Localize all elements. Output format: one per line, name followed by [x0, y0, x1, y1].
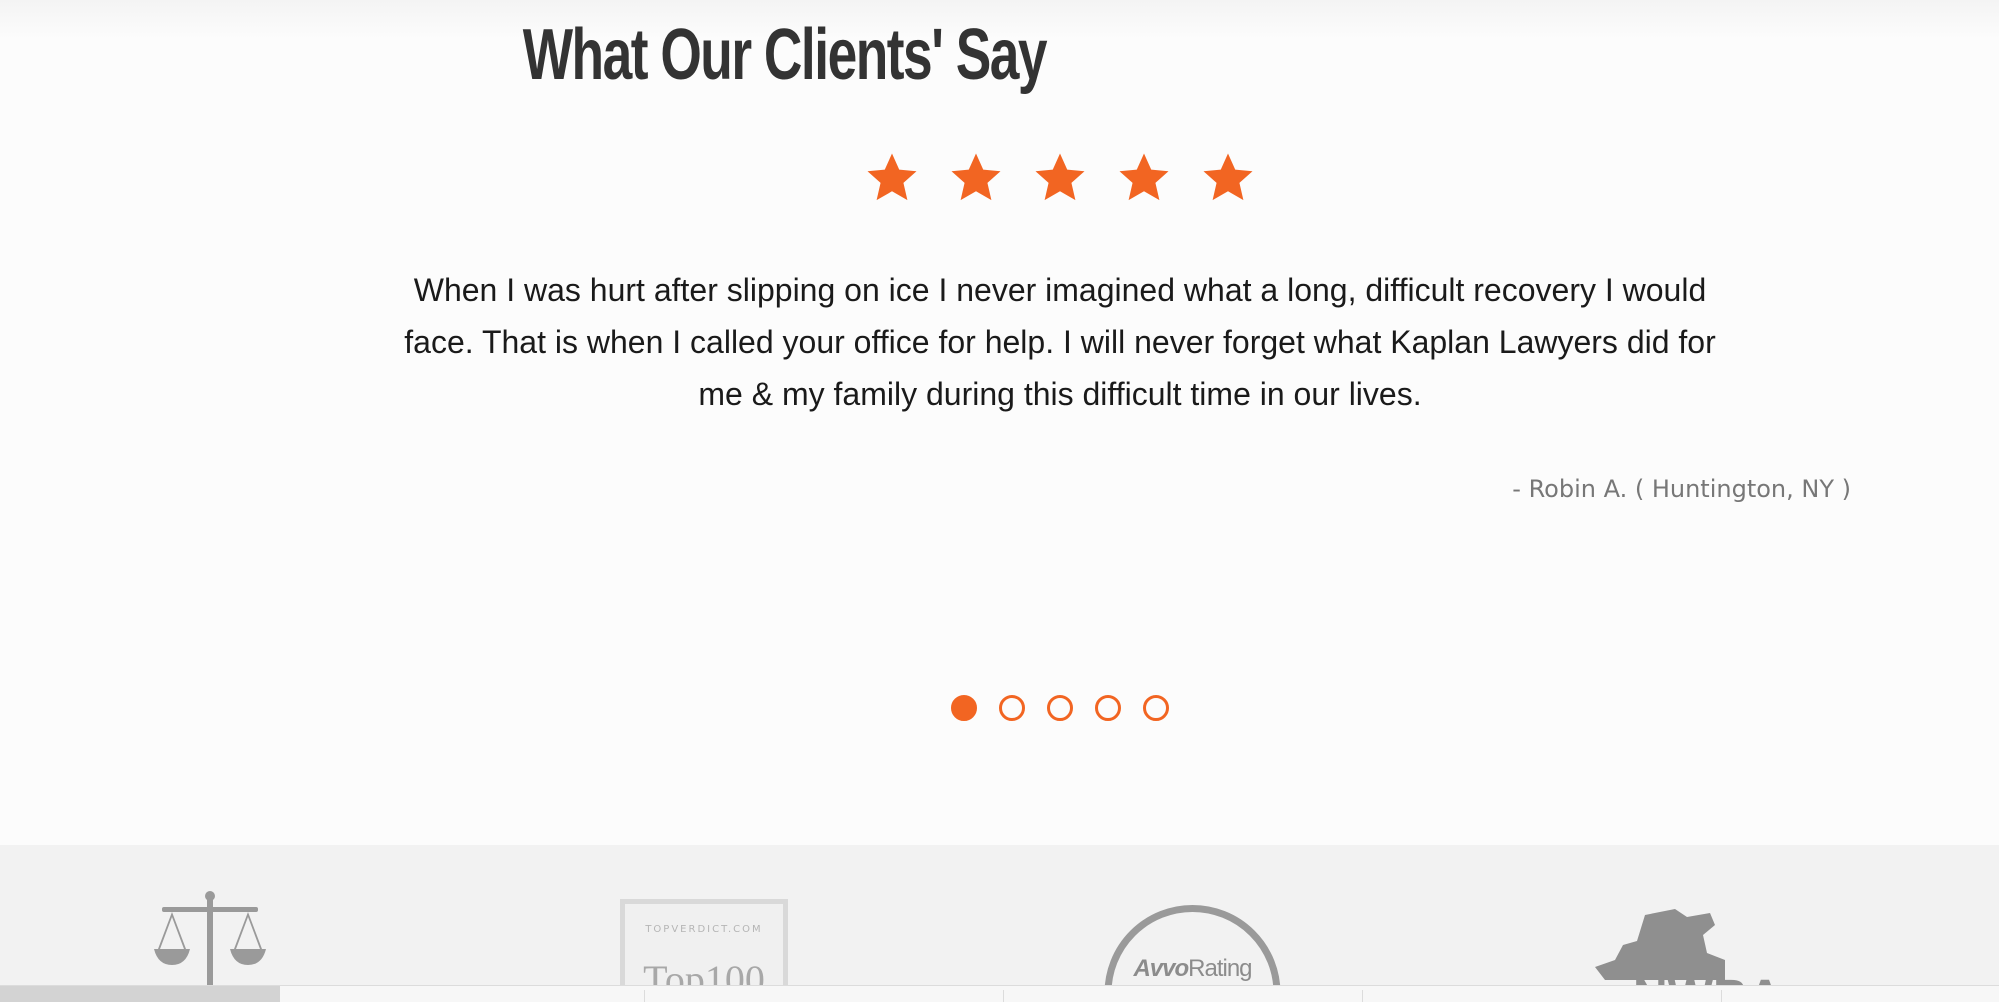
progress-tick [1362, 990, 1363, 1002]
accreditation-logos: TOPVERDICT.COM Top100 AvvoRating NWBA [0, 845, 1999, 1002]
progress-tick [1721, 990, 1722, 1002]
testimonial-quote: When I was hurt after slipping on ice I … [404, 272, 1716, 412]
carousel-dot-5[interactable] [1143, 695, 1169, 721]
star-icon [1200, 150, 1256, 206]
avvo-brand: Avvo [1133, 955, 1189, 982]
progress-tick [644, 990, 645, 1002]
star-icon [1032, 150, 1088, 206]
top100-small-text: TOPVERDICT.COM [645, 924, 763, 935]
testimonials-heading: What Our Clients' Say [522, 15, 1048, 95]
avvo-rating-label: Rating [1188, 955, 1252, 982]
carousel-dot-3[interactable] [1047, 695, 1073, 721]
star-icon [948, 150, 1004, 206]
carousel-dot-2[interactable] [999, 695, 1025, 721]
carousel-dot-1[interactable] [951, 695, 977, 721]
testimonial-author: - Robin A. ( Huntington, NY ) [1512, 475, 1851, 503]
star-icon [1116, 150, 1172, 206]
progress-tick [1003, 990, 1004, 1002]
carousel-dot-4[interactable] [1095, 695, 1121, 721]
scroll-progress-fill [0, 986, 280, 1002]
scroll-progress-bar[interactable] [0, 985, 1999, 1002]
rating-stars [0, 150, 1999, 210]
page: What Our Clients' Say When I was hurt af… [0, 0, 1999, 1002]
carousel-pagination [0, 695, 1999, 725]
star-icon [864, 150, 920, 206]
